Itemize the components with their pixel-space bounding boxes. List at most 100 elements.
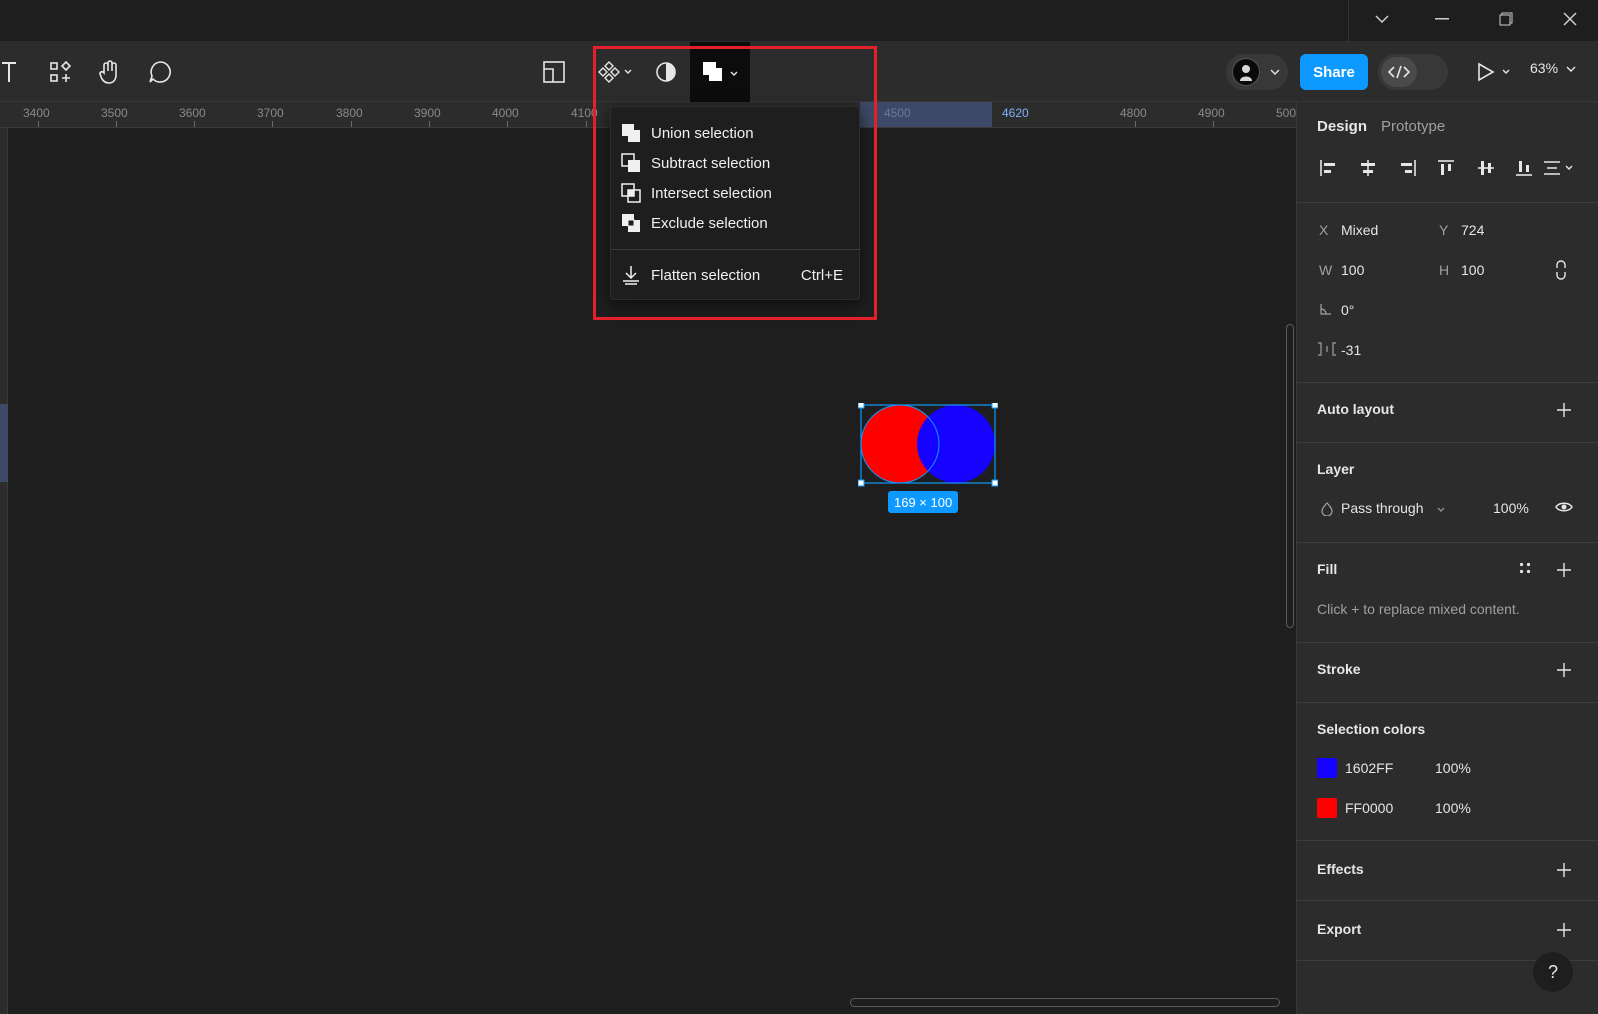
ruler-tick-label: 3600 — [179, 106, 206, 120]
boolean-operations-icon[interactable] — [690, 42, 750, 102]
ruler-tick-label: 3800 — [336, 106, 363, 120]
horizontal-scrollbar[interactable] — [850, 998, 1280, 1007]
rotation-field[interactable]: 0° — [1341, 302, 1354, 318]
menu-item-exclude[interactable]: Exclude selection — [611, 209, 861, 237]
color-swatch-blue[interactable] — [1317, 758, 1337, 778]
ruler-tick-label: 3900 — [414, 106, 441, 120]
add-auto-layout-icon[interactable] — [1557, 403, 1571, 417]
avatar — [1232, 58, 1260, 86]
menu-item-flatten[interactable]: Flatten selection Ctrl+E — [611, 261, 861, 289]
color-hex[interactable]: 1602FF — [1345, 760, 1393, 776]
user-avatar-menu[interactable] — [1226, 54, 1288, 90]
selection-handle — [858, 479, 865, 487]
ruler-tick-mark — [1135, 121, 1136, 127]
help-button[interactable]: ? — [1533, 952, 1573, 992]
y-field[interactable]: 724 — [1461, 222, 1484, 238]
fill-hint: Click + to replace mixed content. — [1317, 601, 1520, 617]
h-label: H — [1439, 262, 1450, 278]
color-swatch-red[interactable] — [1317, 798, 1337, 818]
toolbar: Share 63% — [0, 42, 1598, 102]
chevron-down-icon — [1566, 66, 1576, 73]
mask-icon[interactable] — [652, 42, 680, 102]
chevron-down-icon — [1270, 69, 1280, 75]
x-label: X — [1319, 222, 1329, 238]
ruler-tick-mark — [351, 121, 352, 127]
align-vertical-center-icon[interactable] — [1477, 159, 1495, 177]
title-bar-divider — [1348, 0, 1349, 42]
ruler-tick-mark — [429, 121, 430, 127]
color-opacity[interactable]: 100% — [1435, 800, 1471, 816]
menu-item-label: Flatten selection — [651, 266, 761, 284]
ruler-selection-highlight — [0, 404, 8, 482]
panel-divider — [1297, 202, 1598, 203]
ruler-tick-label: 4900 — [1198, 106, 1225, 120]
ruler-tick-mark — [1213, 121, 1214, 127]
tab-prototype[interactable]: Prototype — [1381, 118, 1445, 135]
styles-grid-icon[interactable] — [1519, 562, 1531, 574]
color-hex[interactable]: FF0000 — [1345, 800, 1393, 816]
comment-tool-icon[interactable] — [146, 42, 174, 102]
chevron-down-icon — [1437, 507, 1445, 512]
present-play-icon[interactable] — [1474, 42, 1514, 102]
flatten-icon — [623, 266, 639, 285]
frame-tool-icon[interactable] — [540, 42, 568, 102]
exclude-icon — [622, 214, 640, 232]
layer-opacity-field[interactable]: 100% — [1493, 500, 1529, 516]
components-tool-icon[interactable] — [46, 42, 74, 102]
code-icon — [1381, 57, 1417, 87]
distribute-options-icon[interactable] — [1543, 159, 1575, 177]
ruler-tick-label: 500 — [1276, 106, 1296, 120]
zoom-level[interactable]: 63% — [1530, 60, 1576, 76]
selected-shapes[interactable] — [858, 403, 998, 489]
restore-icon[interactable] — [1476, 0, 1536, 38]
menu-item-label: Subtract selection — [651, 154, 771, 172]
align-top-icon[interactable] — [1437, 159, 1455, 177]
align-horizontal-center-icon[interactable] — [1359, 159, 1377, 177]
vertical-ruler — [0, 128, 8, 1014]
eye-icon[interactable] — [1555, 501, 1573, 513]
text-tool-icon[interactable] — [0, 42, 24, 102]
ruler-tick-mark — [272, 121, 273, 127]
menu-item-subtract[interactable]: Subtract selection — [611, 149, 861, 177]
create-component-icon[interactable] — [596, 42, 636, 102]
ruler-tick-mark — [507, 121, 508, 127]
color-opacity[interactable]: 100% — [1435, 760, 1471, 776]
layer-title: Layer — [1317, 461, 1355, 477]
chevron-down-icon[interactable] — [1352, 0, 1412, 38]
ruler-tick-mark — [38, 121, 39, 127]
blend-mode-select[interactable]: Pass through — [1341, 500, 1424, 516]
blend-mode-icon — [1321, 502, 1333, 516]
menu-item-union[interactable]: Union selection — [611, 119, 861, 147]
menu-item-intersect[interactable]: Intersect selection — [611, 179, 861, 207]
vertical-scrollbar[interactable] — [1286, 324, 1294, 628]
stroke-title: Stroke — [1317, 661, 1361, 677]
tab-design[interactable]: Design — [1317, 118, 1367, 135]
menu-item-label: Intersect selection — [651, 184, 772, 202]
minimize-icon[interactable] — [1412, 0, 1472, 38]
spacing-field[interactable]: -31 — [1341, 342, 1361, 358]
selection-size-label: 169 × 100 — [888, 491, 959, 513]
add-fill-icon[interactable] — [1557, 563, 1571, 577]
dev-mode-toggle[interactable] — [1378, 54, 1448, 90]
subtract-icon — [621, 153, 640, 172]
constrain-proportions-icon[interactable] — [1555, 260, 1567, 280]
intersect-icon — [621, 183, 641, 203]
w-field[interactable]: 100 — [1341, 262, 1364, 278]
x-field[interactable]: Mixed — [1341, 222, 1378, 238]
design-panel: Design Prototype X Mixed Y 724 W 100 H 1… — [1296, 102, 1598, 1014]
share-button[interactable]: Share — [1300, 54, 1368, 90]
union-icon — [622, 124, 640, 142]
align-right-icon[interactable] — [1399, 159, 1417, 177]
panel-divider — [1297, 642, 1598, 643]
hand-tool-icon[interactable] — [96, 42, 124, 102]
close-icon[interactable] — [1540, 0, 1598, 38]
add-export-icon[interactable] — [1557, 923, 1571, 937]
align-left-icon[interactable] — [1319, 159, 1337, 177]
menu-item-shortcut: Ctrl+E — [800, 266, 843, 284]
add-stroke-icon[interactable] — [1557, 663, 1571, 677]
selection-handle — [991, 403, 998, 409]
align-bottom-icon[interactable] — [1515, 159, 1533, 177]
h-field[interactable]: 100 — [1461, 262, 1484, 278]
panel-divider — [1297, 382, 1598, 383]
add-effect-icon[interactable] — [1557, 863, 1571, 877]
